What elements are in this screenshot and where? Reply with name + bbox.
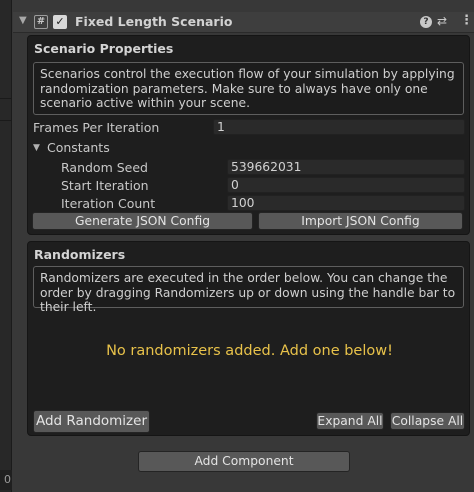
random-seed-label: Random Seed	[61, 160, 148, 175]
frames-per-iteration-input[interactable]: 1	[213, 119, 465, 135]
left-panel-strip: 0	[0, 0, 12, 492]
help-icon[interactable]: ?	[420, 16, 432, 28]
strip-divider	[0, 98, 12, 99]
randomizers-help-box: Randomizers are executed in the order be…	[33, 266, 464, 314]
expand-all-button[interactable]: Expand All	[316, 412, 384, 430]
kebab-menu-icon[interactable]: ⋮	[460, 13, 473, 28]
component-title: Fixed Length Scenario	[75, 14, 233, 29]
start-iteration-input[interactable]: 0	[227, 177, 465, 193]
scenario-properties-title: Scenario Properties	[34, 41, 174, 56]
left-panel-value: 0	[0, 470, 12, 490]
triangle-down-icon[interactable]: ▼	[19, 15, 27, 26]
constants-fold-icon[interactable]: ▼	[33, 143, 40, 153]
strip-divider	[0, 120, 12, 121]
constants-label[interactable]: Constants	[47, 140, 110, 155]
frames-per-iteration-label: Frames Per Iteration	[33, 120, 160, 135]
generate-json-config-button[interactable]: Generate JSON Config	[32, 212, 253, 230]
script-icon: #	[34, 15, 48, 29]
iteration-count-input[interactable]: 100	[227, 195, 465, 211]
add-randomizer-button[interactable]: Add Randomizer	[33, 410, 150, 433]
component-header[interactable]: ▼ # ✓ Fixed Length Scenario ? ⇄ ⋮	[13, 12, 474, 33]
randomizers-title: Randomizers	[34, 247, 126, 262]
empty-randomizers-message: No randomizers added. Add one below!	[106, 343, 393, 359]
add-component-button[interactable]: Add Component	[138, 451, 350, 472]
start-iteration-label: Start Iteration	[61, 178, 149, 193]
random-seed-input[interactable]: 539662031	[227, 159, 465, 175]
collapse-all-button[interactable]: Collapse All	[390, 412, 465, 430]
scenario-properties-panel: Scenario Properties Scenarios control th…	[27, 35, 470, 235]
randomizers-panel: Randomizers Randomizers are executed in …	[27, 241, 470, 436]
enabled-checkbox[interactable]: ✓	[53, 15, 67, 29]
scenario-help-box: Scenarios control the execution flow of …	[33, 62, 464, 115]
import-json-config-button[interactable]: Import JSON Config	[258, 212, 463, 230]
iteration-count-label: Iteration Count	[61, 196, 156, 211]
preset-icon[interactable]: ⇄	[437, 14, 447, 28]
